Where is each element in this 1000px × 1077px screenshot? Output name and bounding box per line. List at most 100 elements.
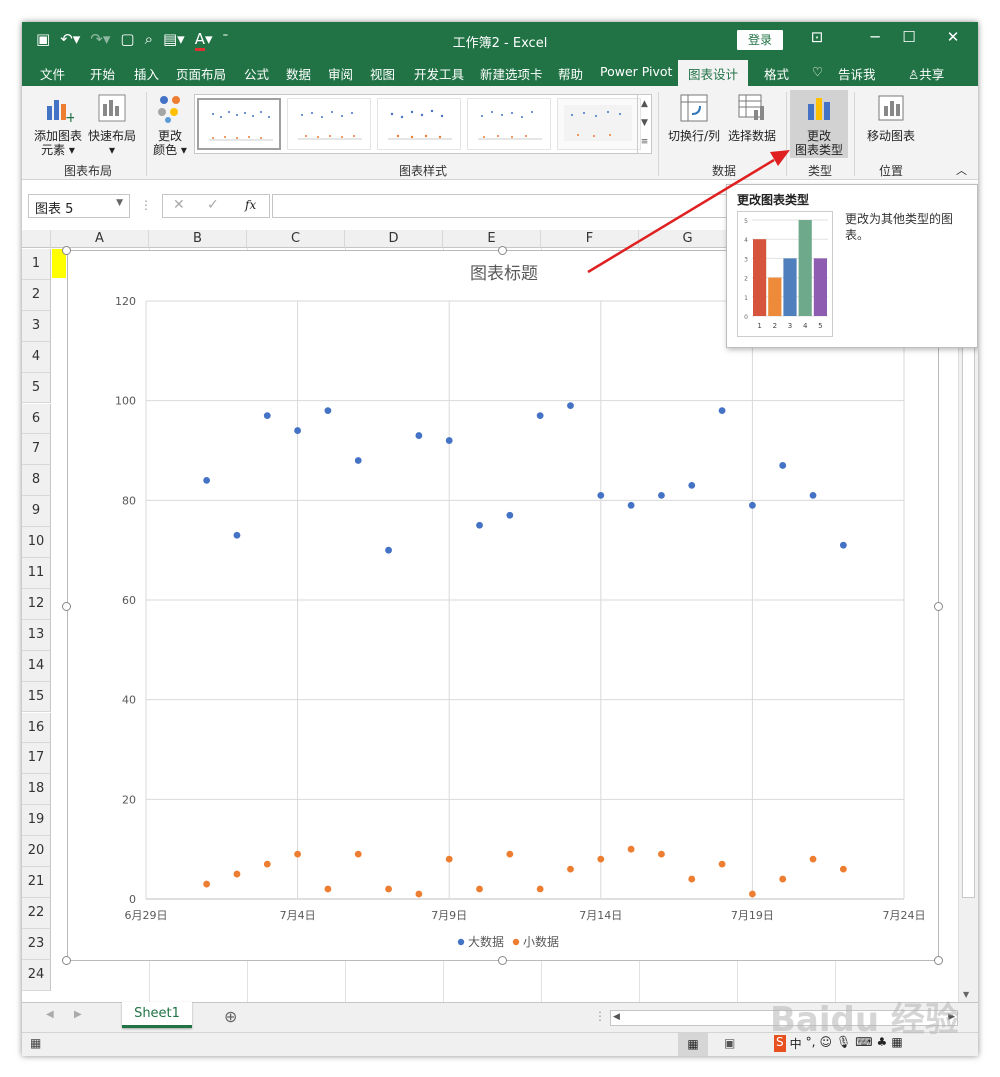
chart-area[interactable]: 图表标题 0 20 40 60 80 100 120 6月29日 7月4日 7月9日 7月14日 7…: [67, 250, 939, 961]
data-point-small[interactable]: [263, 860, 271, 868]
row-header[interactable]: 7: [22, 434, 51, 466]
page-layout-view-icon[interactable]: ▣: [724, 1036, 735, 1050]
row-header[interactable]: 12: [22, 588, 51, 620]
row-header[interactable]: 22: [22, 897, 51, 929]
scroll-down-icon[interactable]: ▼: [963, 990, 969, 999]
data-point-big[interactable]: [506, 511, 514, 519]
data-point-big[interactable]: [688, 481, 696, 489]
data-point-small[interactable]: [688, 875, 696, 883]
data-point-small[interactable]: [476, 885, 483, 893]
resize-handle[interactable]: [62, 602, 71, 611]
data-point-big[interactable]: [658, 491, 665, 499]
scroll-tabs-right-icon[interactable]: ▶: [74, 1009, 82, 1020]
macro-record-icon[interactable]: ▦: [30, 1036, 41, 1050]
excel-window: ▣ ↶▾ ↷▾ ▢ ⌕ ▤▾ A▾ ⁼ 工作簿2 - Excel 登录 ⊡ ─ …: [22, 22, 978, 1056]
data-point-small[interactable]: [354, 850, 362, 858]
row-header[interactable]: 16: [22, 712, 51, 744]
data-point-small[interactable]: [445, 855, 453, 863]
y-tick-label: 20: [122, 793, 136, 806]
x-tick-label: 7月14日: [579, 909, 622, 922]
row-header[interactable]: 17: [22, 743, 51, 775]
legend-label-small: 小数据: [523, 934, 559, 949]
x-tick-label: 7月19日: [731, 909, 774, 922]
resize-handle[interactable]: [934, 956, 943, 965]
data-point-small[interactable]: [809, 855, 817, 863]
data-point-big[interactable]: [354, 457, 362, 464]
row-header[interactable]: 8: [22, 465, 51, 497]
chart-legend[interactable]: 大数据 小数据: [457, 934, 559, 949]
data-point-big[interactable]: [718, 407, 726, 415]
resize-handle[interactable]: [62, 956, 71, 965]
data-point-small[interactable]: [718, 860, 726, 868]
sheet-tab-sheet1[interactable]: Sheet1: [122, 1002, 192, 1028]
data-point-small[interactable]: [294, 850, 301, 858]
row-header[interactable]: 20: [22, 836, 51, 867]
row-header[interactable]: 19: [22, 805, 51, 837]
data-point-small[interactable]: [536, 885, 544, 893]
row-header[interactable]: 6: [22, 403, 51, 435]
data-point-small[interactable]: [203, 880, 211, 888]
data-point-small[interactable]: [627, 845, 635, 853]
data-point-small[interactable]: [385, 885, 392, 893]
data-point-big[interactable]: [627, 501, 635, 509]
add-sheet-icon[interactable]: ⊕: [224, 1007, 237, 1026]
preview-x-tick: 3: [788, 322, 792, 330]
y-tick-label: 40: [122, 694, 136, 707]
row-header[interactable]: 18: [22, 774, 51, 806]
data-point-big[interactable]: [597, 491, 605, 499]
data-point-big[interactable]: [809, 491, 817, 499]
x-tick-label: 7月9日: [431, 909, 467, 922]
row-header[interactable]: 14: [22, 650, 51, 682]
data-point-big[interactable]: [203, 477, 211, 484]
tab-splitter[interactable]: ⋮: [594, 1009, 606, 1023]
legend-label-big: 大数据: [468, 934, 504, 949]
data-point-big[interactable]: [445, 437, 453, 444]
resize-handle[interactable]: [934, 602, 943, 611]
annotation-arrow: [587, 150, 790, 274]
data-point-big[interactable]: [415, 432, 423, 439]
data-point-small[interactable]: [506, 850, 514, 858]
data-point-small[interactable]: [415, 890, 423, 898]
data-point-big[interactable]: [779, 462, 787, 469]
data-point-small[interactable]: [749, 890, 756, 898]
legend-marker-big: [457, 938, 465, 946]
vertical-scrollbar[interactable]: ▼: [958, 248, 978, 1002]
data-point-big[interactable]: [385, 546, 392, 554]
legend-marker-small: [512, 938, 520, 946]
data-point-big[interactable]: [476, 521, 483, 529]
data-point-small[interactable]: [597, 855, 605, 863]
data-point-big[interactable]: [294, 427, 301, 434]
row-header[interactable]: 24: [22, 959, 51, 991]
data-point-big[interactable]: [233, 531, 241, 539]
data-point-small[interactable]: [779, 875, 787, 883]
scatter-chart[interactable]: 图表标题 020406080100120 6月29日 7月4日 7月9日 7月14日 7…: [68, 251, 940, 962]
data-point-big[interactable]: [324, 407, 332, 415]
row-header[interactable]: 21: [22, 867, 51, 898]
resize-handle[interactable]: [498, 956, 507, 965]
data-point-big[interactable]: [839, 541, 847, 549]
row-header[interactable]: 9: [22, 496, 51, 528]
scroll-tabs-left-icon[interactable]: ◀: [46, 1009, 54, 1020]
data-point-small[interactable]: [658, 850, 665, 858]
data-point-big[interactable]: [263, 412, 271, 420]
row-header[interactable]: 10: [22, 527, 51, 558]
row-header[interactable]: 15: [22, 681, 51, 713]
row-header[interactable]: 11: [22, 558, 51, 589]
row-header[interactable]: 13: [22, 619, 51, 651]
data-point-small[interactable]: [839, 865, 847, 873]
data-point-big[interactable]: [536, 412, 544, 420]
baidu-watermark: Baidu 经验: [770, 1000, 959, 1040]
row-header[interactable]: 23: [22, 928, 51, 960]
scroll-thumb[interactable]: [962, 338, 975, 898]
data-point-small[interactable]: [567, 865, 574, 873]
data-point-small[interactable]: [324, 885, 332, 893]
y-tick-label: 60: [122, 594, 136, 607]
normal-view-icon[interactable]: ▦: [678, 1033, 708, 1056]
data-point-big[interactable]: [567, 402, 574, 410]
row-header[interactable]: 4: [22, 341, 51, 373]
x-tick-label: 6月29日: [125, 909, 168, 922]
row-header[interactable]: 5: [22, 372, 51, 404]
data-point-small[interactable]: [233, 870, 241, 878]
data-point-big[interactable]: [749, 501, 756, 509]
scroll-left-icon[interactable]: ◀: [613, 1012, 620, 1022]
